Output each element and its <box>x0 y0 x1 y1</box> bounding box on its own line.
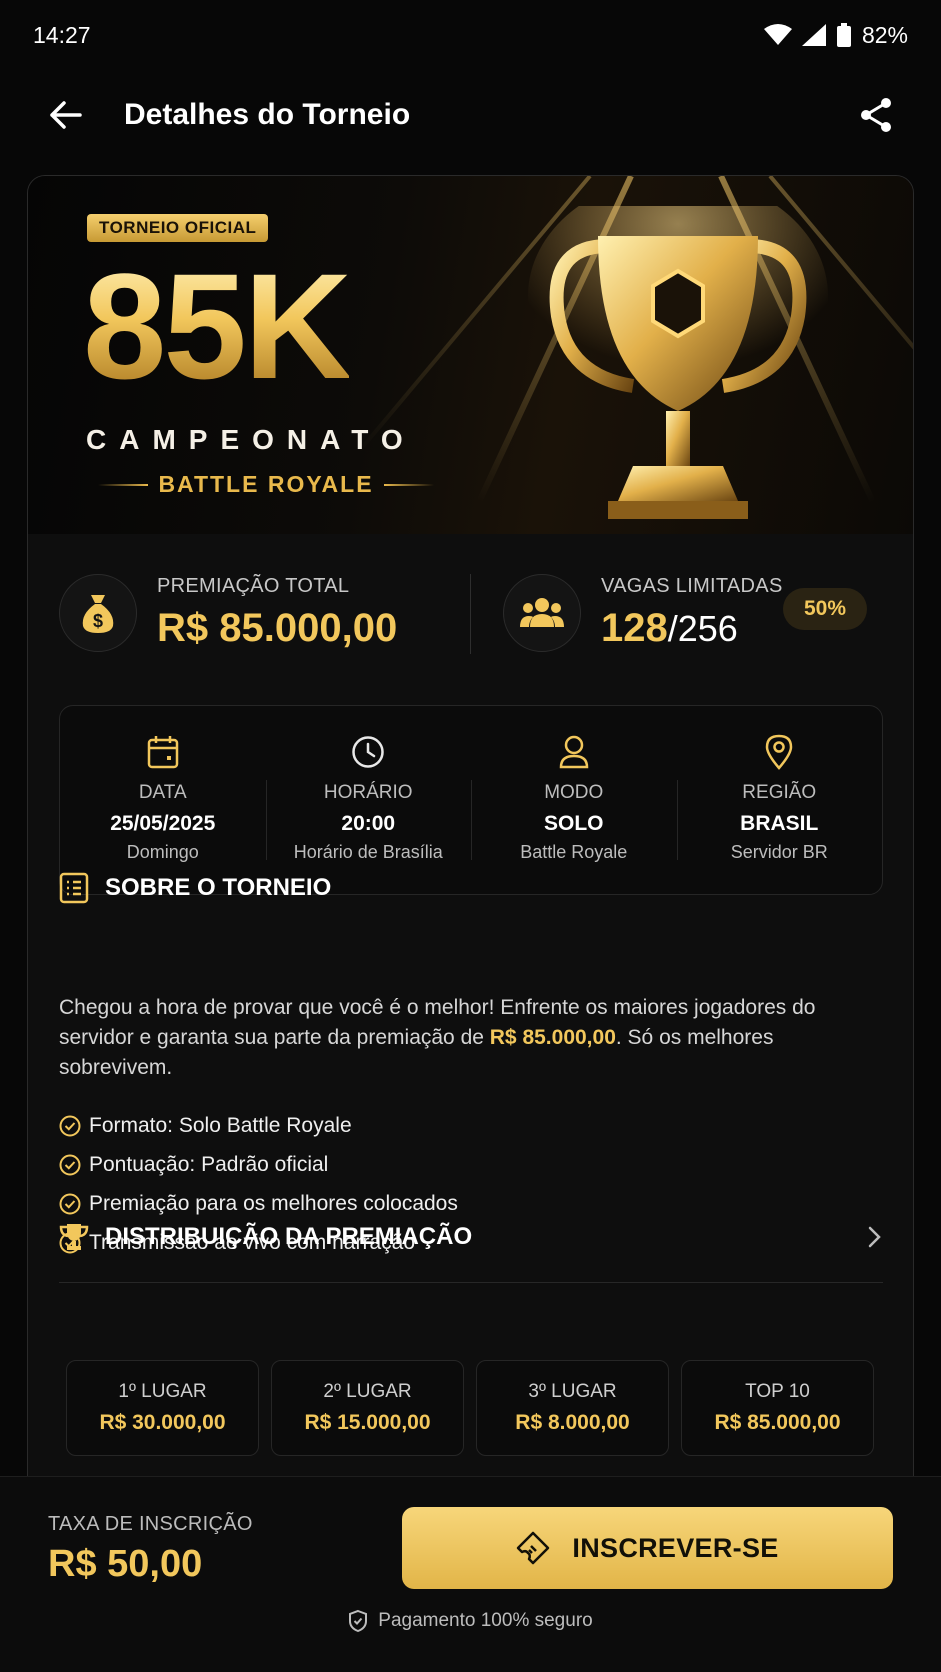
list-item-text: Formato: Solo Battle Royale <box>89 1113 352 1137</box>
prize-place-value: R$ 8.000,00 <box>515 1411 630 1434</box>
chevron-right-icon <box>868 1226 881 1248</box>
tournament-banner: TORNEIO OFICIAL 85K CAMPEONATO BATTLE RO… <box>28 176 913 534</box>
slots-percent-badge: 50% <box>783 588 867 630</box>
prize-place-label: TOP 10 <box>745 1381 810 1402</box>
info-region: REGIÃO BRASIL Servidor BR <box>676 706 883 894</box>
info-value: 20:00 <box>341 812 396 835</box>
fee-value: R$ 50,00 <box>48 1543 203 1585</box>
bottom-bar: TAXA DE INSCRIÇÃO R$ 50,00 INSCREVER-SE … <box>0 1476 941 1672</box>
distribution-title: DISTRIBUIÇÃO DA PREMIAÇÃO <box>105 1223 473 1250</box>
slots-stat: VAGAS LIMITADAS 128/256 <box>503 574 783 652</box>
prize-card-1st[interactable]: 1º LUGAR R$ 30.000,00 <box>66 1360 259 1456</box>
app-bar: Detalhes do Torneio <box>0 70 941 160</box>
check-circle-icon <box>59 1154 81 1176</box>
list-item-text: Premiação para os melhores colocados <box>89 1191 458 1215</box>
prize-place-value: R$ 15.000,00 <box>304 1411 431 1434</box>
slots-label: VAGAS LIMITADAS <box>601 575 783 597</box>
share-icon <box>861 98 891 132</box>
banner-subtitle: CAMPEONATO <box>86 424 416 455</box>
about-header: SOBRE O TORNEIO <box>59 872 331 904</box>
clock-icon <box>351 732 385 772</box>
about-description: Chegou a hora de provar que você é o mel… <box>59 993 879 1083</box>
slots-total: /256 <box>667 608 738 649</box>
prize-place-label: 1º LUGAR <box>118 1381 207 1402</box>
location-pin-icon <box>765 732 793 772</box>
tournament-card: TORNEIO OFICIAL 85K CAMPEONATO BATTLE RO… <box>27 175 914 1495</box>
arrow-left-icon <box>50 101 82 129</box>
prize-total-stat: $ PREMIAÇÃO TOTAL R$ 85.000,00 <box>59 574 397 652</box>
info-sub: Domingo <box>126 842 199 862</box>
fee-label: TAXA DE INSCRIÇÃO <box>48 1513 253 1535</box>
trophy-icon <box>59 1224 89 1250</box>
about-title: SOBRE O TORNEIO <box>105 874 332 901</box>
info-label: DATA <box>138 782 187 803</box>
list-item: Premiação para os melhores colocados <box>59 1184 879 1223</box>
page-title: Detalhes do Torneio <box>124 98 411 131</box>
info-value: BRASIL <box>740 812 819 835</box>
prize-place-value: R$ 30.000,00 <box>99 1411 226 1434</box>
info-sub: Battle Royale <box>520 842 628 862</box>
distribution-header[interactable]: DISTRIBUIÇÃO DA PREMIAÇÃO <box>59 1222 883 1252</box>
list-item-text: Pontuação: Padrão oficial <box>89 1152 329 1176</box>
prize-card-3rd[interactable]: 3º LUGAR R$ 8.000,00 <box>476 1360 669 1456</box>
info-label: HORÁRIO <box>323 782 413 803</box>
status-bar: 14:27 82% <box>0 0 941 70</box>
slots-value: 128/256 <box>601 606 783 651</box>
about-text-highlight: R$ 85.000,00 <box>489 1026 616 1049</box>
ticket-icon <box>517 1531 550 1565</box>
status-icons: 82% <box>763 21 908 49</box>
calendar-icon <box>147 732 179 772</box>
signal-icon <box>801 24 826 46</box>
battery-percent: 82% <box>861 21 908 48</box>
slots-filled: 128 <box>601 606 668 650</box>
prize-total-label: PREMIAÇÃO TOTAL <box>157 575 350 597</box>
prize-card-top10[interactable]: TOP 10 R$ 85.000,00 <box>681 1360 874 1456</box>
share-button[interactable] <box>851 90 901 140</box>
banner-mode: BATTLE ROYALE <box>98 471 434 498</box>
document-icon <box>59 872 89 904</box>
wifi-icon <box>763 24 792 45</box>
trophy-illustration <box>528 206 828 519</box>
info-grid: DATA 25/05/2025 Domingo HORÁRIO 20:00 Ho… <box>59 705 883 895</box>
info-sub: Servidor BR <box>730 842 828 862</box>
list-item: Pontuação: Padrão oficial <box>59 1145 879 1184</box>
divider <box>59 1282 883 1283</box>
prize-distribution-row: 1º LUGAR R$ 30.000,00 2º LUGAR R$ 15.000… <box>66 1360 874 1456</box>
secure-note: Pagamento 100% seguro <box>0 1609 941 1633</box>
shield-icon <box>349 1609 368 1633</box>
info-label: MODO <box>544 782 604 803</box>
money-bag-icon: $ <box>59 574 137 652</box>
list-item: Formato: Solo Battle Royale <box>59 1106 879 1145</box>
check-circle-icon <box>59 1115 81 1137</box>
decor-line <box>98 483 149 486</box>
prize-place-value: R$ 85.000,00 <box>714 1411 841 1434</box>
divider <box>470 574 471 654</box>
group-icon <box>503 574 581 652</box>
info-sub: Horário de Brasília <box>293 842 443 862</box>
banner-mode-label: BATTLE ROYALE <box>158 471 374 497</box>
official-badge: TORNEIO OFICIAL <box>87 214 269 242</box>
status-time: 14:27 <box>33 21 91 48</box>
prize-headline: 85K <box>83 242 352 410</box>
svg-text:$: $ <box>93 611 103 631</box>
prize-place-label: 2º LUGAR <box>323 1381 412 1402</box>
info-value: SOLO <box>543 812 604 835</box>
back-button[interactable] <box>40 90 90 140</box>
prize-total-value: R$ 85.000,00 <box>157 606 398 650</box>
prize-place-label: 3º LUGAR <box>528 1381 617 1402</box>
info-mode: MODO SOLO Battle Royale <box>471 706 677 894</box>
battery-icon <box>836 23 851 47</box>
register-button[interactable]: INSCREVER-SE <box>402 1507 893 1589</box>
info-value: 25/05/2025 <box>110 812 216 835</box>
decor-line <box>383 483 434 486</box>
secure-text: Pagamento 100% seguro <box>378 1610 593 1631</box>
register-button-label: INSCREVER-SE <box>572 1532 779 1563</box>
check-circle-icon <box>59 1193 81 1215</box>
info-time: HORÁRIO 20:00 Horário de Brasília <box>265 706 472 894</box>
info-label: REGIÃO <box>742 782 817 803</box>
user-icon <box>559 732 589 772</box>
info-date: DATA 25/05/2025 Domingo <box>60 706 266 894</box>
prize-card-2nd[interactable]: 2º LUGAR R$ 15.000,00 <box>271 1360 464 1456</box>
stats-row: $ PREMIAÇÃO TOTAL R$ 85.000,00 VAGAS LIM… <box>28 534 913 682</box>
